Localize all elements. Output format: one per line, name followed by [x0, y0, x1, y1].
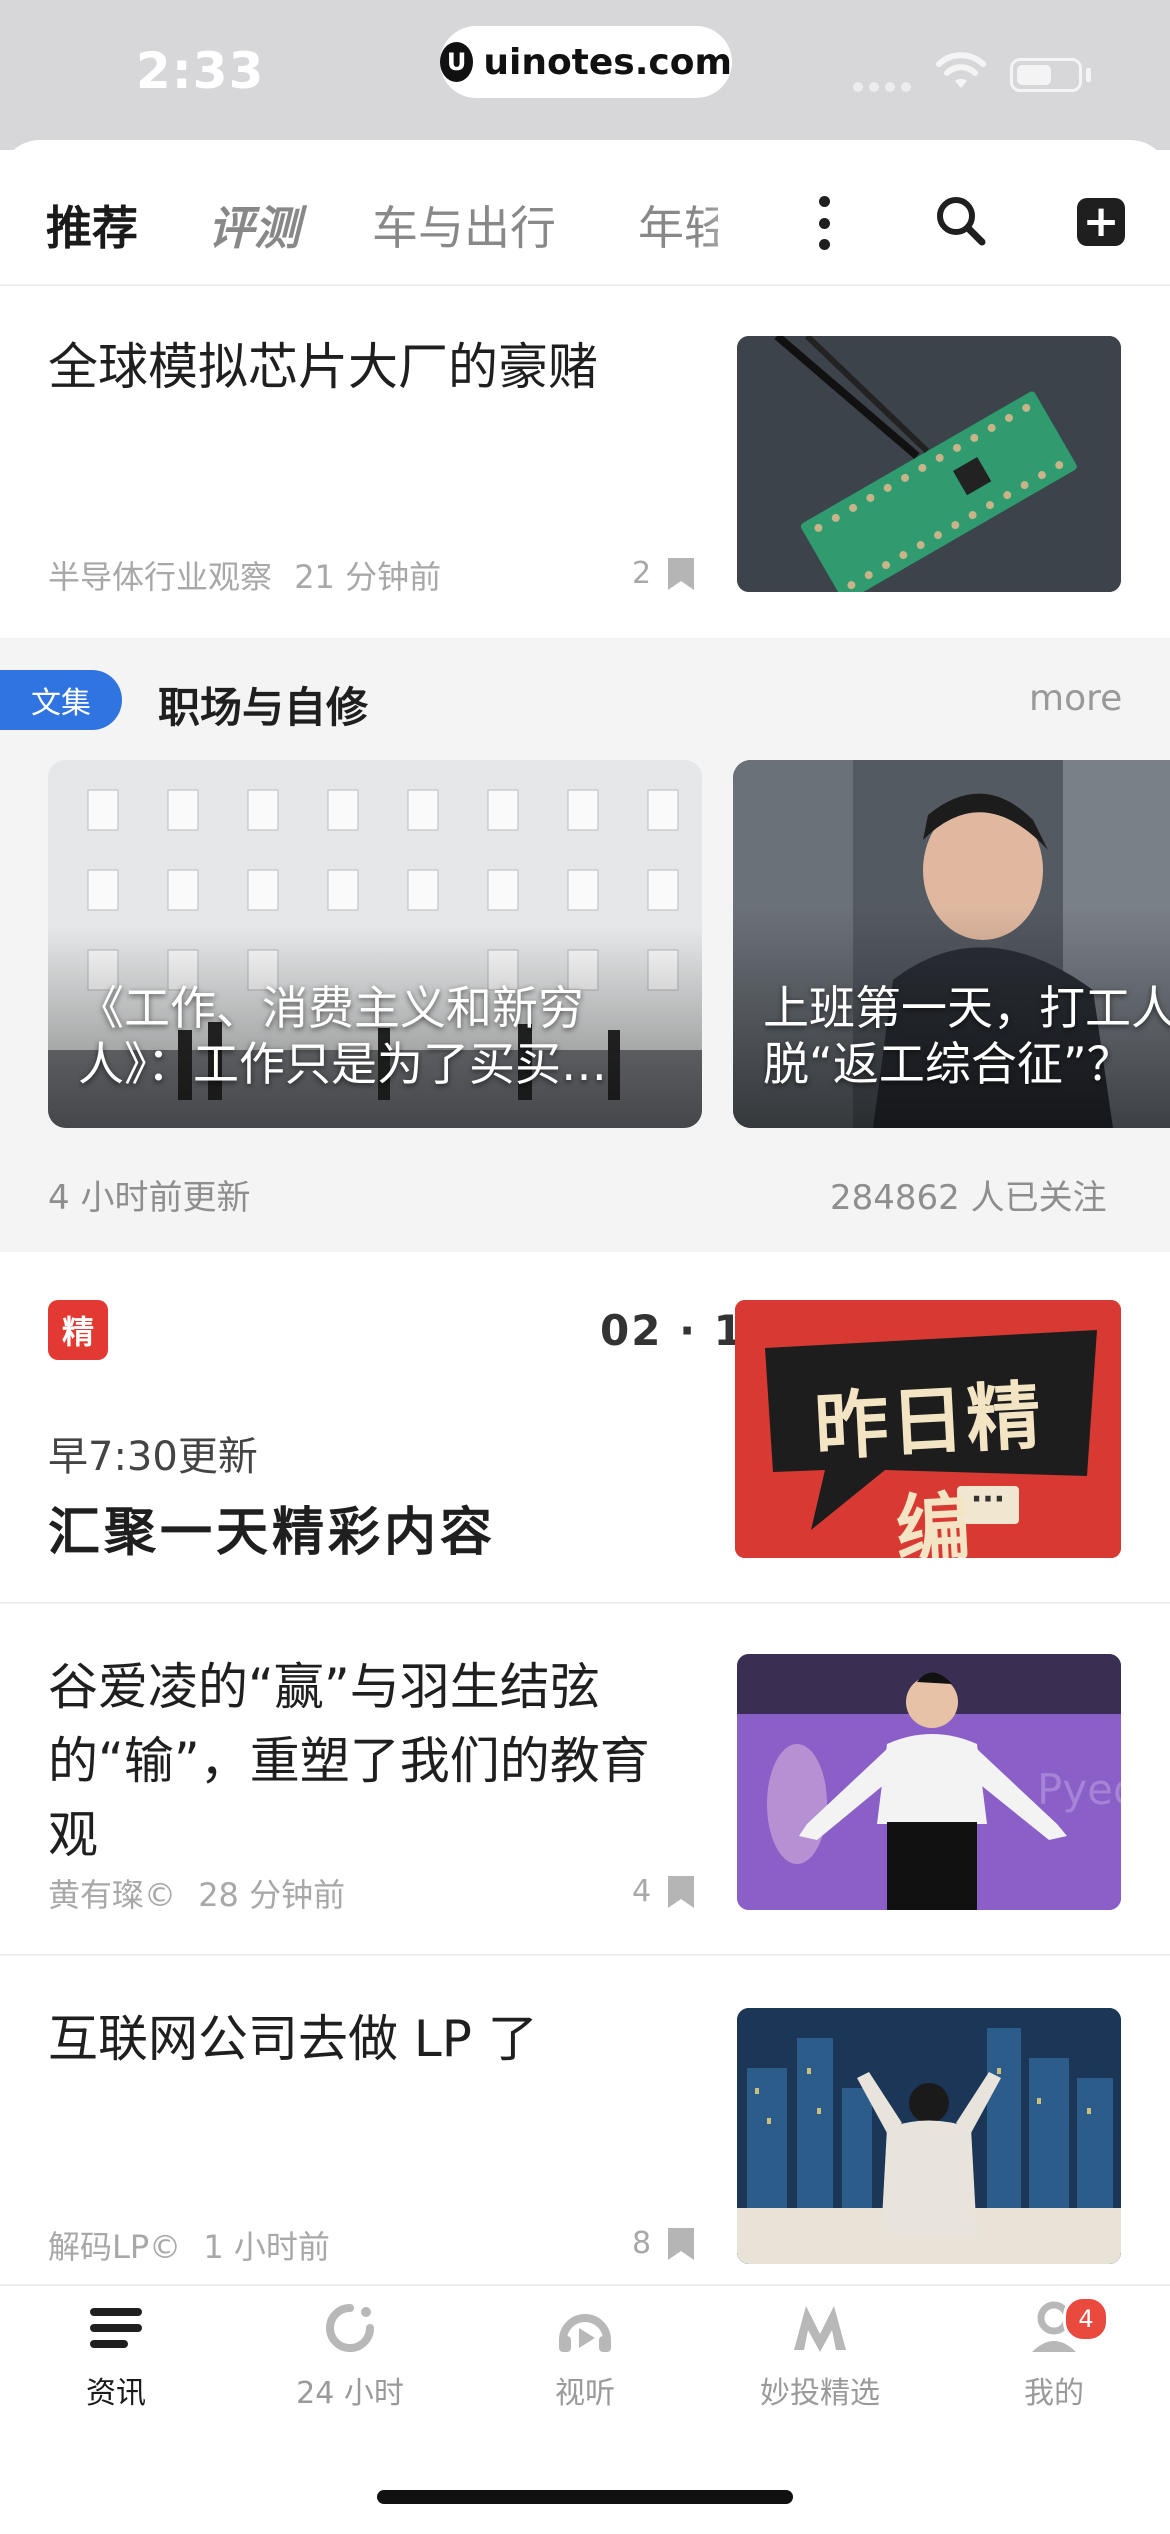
divider [0, 284, 1170, 286]
tab-cars-travel[interactable]: 车与出行 [372, 192, 556, 258]
tab-recommend[interactable]: 推荐 [46, 192, 138, 258]
status-time: 2:33 [136, 42, 265, 100]
url-pill[interactable]: U uinotes.com [440, 26, 732, 98]
tab-review[interactable]: 评测 [208, 192, 300, 258]
article-meta: 黄有璨© 28 分钟前 [48, 1870, 345, 1916]
article-thumbnail[interactable] [737, 2008, 1121, 2264]
cellular-signal-icon [853, 82, 911, 92]
article-time: 28 分钟前 [198, 1876, 346, 1914]
bottom-tab-profile[interactable]: 我的 [964, 2300, 1144, 2412]
collection-card-title: 上班第一天，打工人 脱“返工综合征”？ [763, 980, 1170, 1092]
article-title[interactable]: 互联网公司去做 LP 了 [48, 2002, 688, 2076]
battery-icon [1010, 58, 1082, 92]
article-thumbnail[interactable] [737, 336, 1121, 592]
collection-tag: 文集 [0, 670, 122, 730]
article-thumbnail[interactable]: Pyeo [737, 1654, 1121, 1910]
article-meta: 解码LP© 1 小时前 [48, 2222, 330, 2268]
bottom-tab-label: 视听 [555, 2376, 615, 2411]
card-title-line: 人》：工作只是为了买买… [78, 1037, 607, 1091]
svg-text:Pyeo: Pyeo [1037, 1765, 1121, 1814]
bottom-tab-news[interactable]: 资讯 [26, 2300, 206, 2412]
divider [0, 1954, 1170, 1956]
notification-badge: 4 [1063, 2296, 1109, 2342]
bottom-tab-label: 资讯 [86, 2376, 146, 2411]
search-icon[interactable] [934, 194, 988, 248]
article-source: 黄有璨© [48, 1876, 177, 1914]
article-source: 半导体行业观察 [48, 558, 273, 596]
bottom-tab-label: 妙投精选 [760, 2376, 880, 2411]
bottom-tab-media[interactable]: 视听 [495, 2300, 675, 2412]
bookmark-count: 2 [632, 556, 652, 591]
collection-followers: 284862 人已关注 [830, 1178, 1107, 1218]
m-logo-icon [794, 2306, 846, 2352]
bookmark-count: 4 [632, 1874, 652, 1909]
bottom-tab-label: 24 小时 [296, 2376, 404, 2411]
news-list-icon [90, 2308, 142, 2348]
collection-card-title: 《工作、消费主义和新穷 人》：工作只是为了买买… [78, 980, 682, 1092]
collection-title[interactable]: 职场与自修 [158, 674, 368, 735]
article-source: 解码LP© [48, 2228, 182, 2266]
headphone-play-icon [559, 2314, 611, 2352]
article-title[interactable]: 谷爱凌的“赢”与羽生结弦的“输”，重塑了我们的教育观 [48, 1650, 698, 1872]
digest-image-dots: ··· [970, 1482, 1006, 1517]
collection-card[interactable]: 《工作、消费主义和新穷 人》：工作只是为了买买… [48, 760, 702, 1128]
collection-more-link[interactable]: more [1029, 678, 1122, 719]
article-time: 1 小时前 [203, 2228, 330, 2266]
card-title-line: 《工作、消费主义和新穷 [78, 981, 584, 1035]
wifi-icon [936, 52, 986, 88]
site-logo-icon: U [440, 42, 474, 82]
divider [0, 1602, 1170, 1604]
card-title-line: 脱“返工综合征”？ [763, 1037, 1133, 1091]
card-title-line: 上班第一天，打工人 [763, 981, 1170, 1035]
home-indicator [377, 2490, 793, 2504]
article-time: 21 分钟前 [294, 558, 442, 596]
collection-card[interactable]: 上班第一天，打工人 脱“返工综合征”？ [733, 760, 1170, 1128]
digest-image-text: 昨日精编 [812, 1373, 1045, 1558]
add-icon[interactable]: + [1077, 198, 1125, 246]
url-text: uinotes.com [483, 41, 732, 83]
bottom-tab-label: 我的 [1024, 2376, 1084, 2411]
battery-cap [1086, 68, 1091, 82]
digest-image[interactable]: 昨日精编 ··· [735, 1300, 1121, 1558]
article-title[interactable]: 全球模拟芯片大厂的豪赌 [48, 330, 688, 404]
article-meta: 半导体行业观察 21 分钟前 [48, 552, 441, 598]
more-vertical-icon[interactable] [814, 196, 834, 250]
bottom-tab-24h[interactable]: 24 小时 [260, 2300, 440, 2412]
digest-title[interactable]: 汇聚一天精彩内容 [48, 1490, 496, 1565]
bookmark-count: 8 [632, 2226, 652, 2261]
refresh-circle-icon [326, 2304, 374, 2352]
bottom-tab-picks[interactable]: 妙投精选 [730, 2300, 910, 2412]
tab-fade [700, 180, 780, 260]
collection-updated: 4 小时前更新 [48, 1178, 251, 1218]
featured-badge: 精 [48, 1300, 108, 1360]
digest-subtitle: 早7:30更新 [48, 1434, 258, 1480]
